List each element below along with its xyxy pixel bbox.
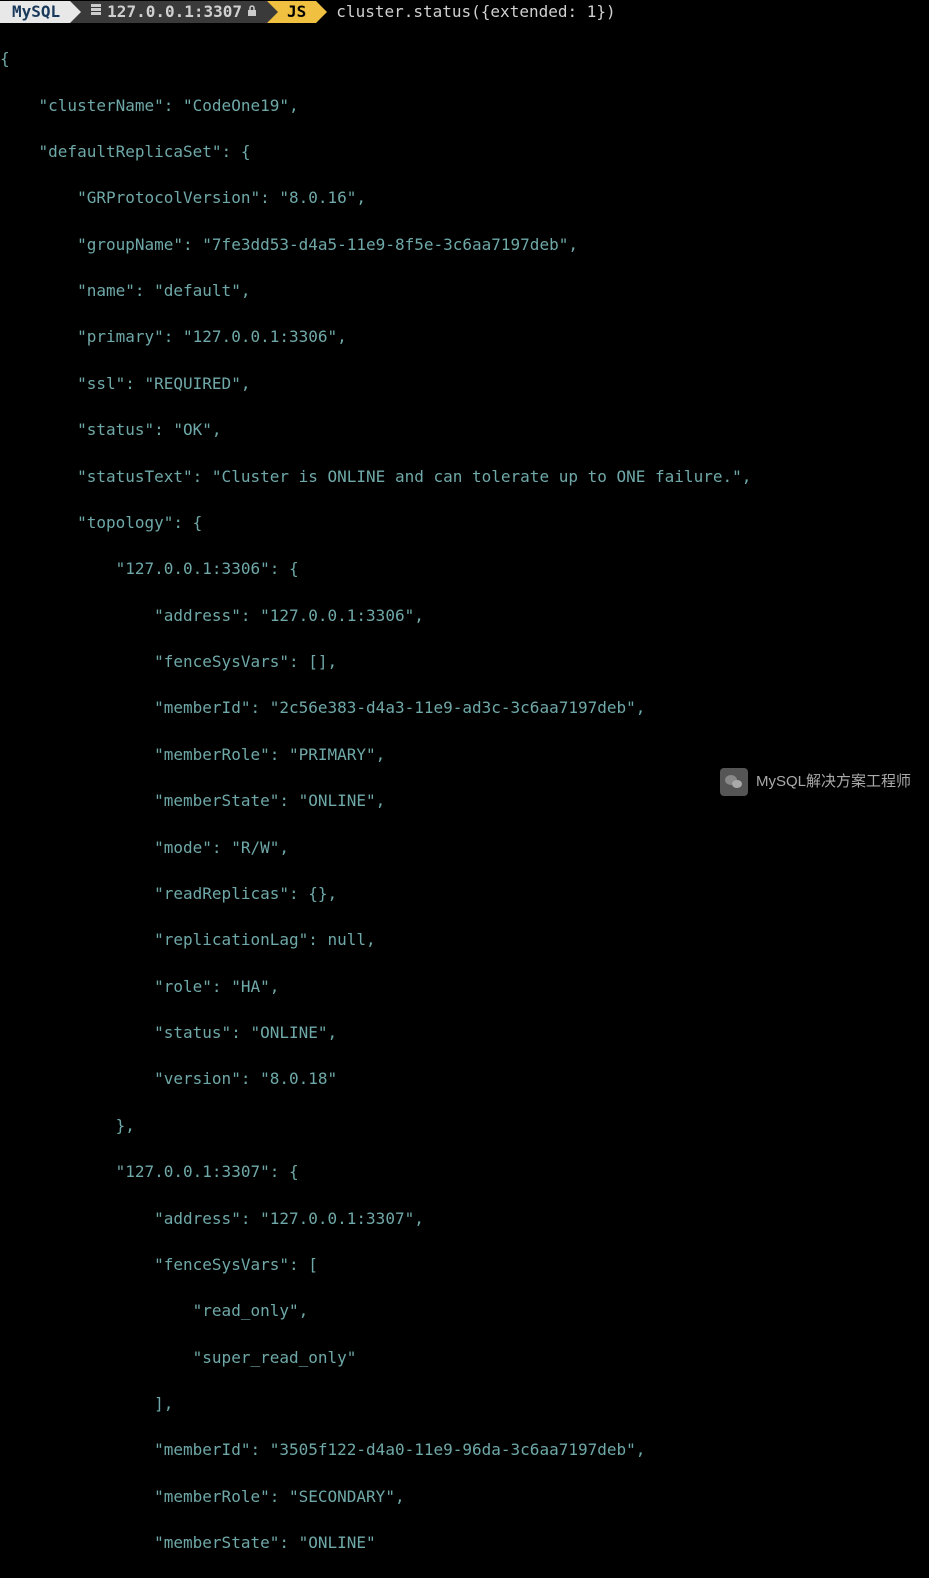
output-line: "memberState": "ONLINE" bbox=[0, 1531, 929, 1554]
watermark-text: MySQL解决方案工程师 bbox=[756, 771, 911, 793]
output-line: { bbox=[0, 47, 929, 70]
output-line: ], bbox=[0, 1392, 929, 1415]
output-line: "clusterName": "CodeOne19", bbox=[0, 94, 929, 117]
watermark: MySQL解决方案工程师 bbox=[720, 768, 911, 796]
server-icon bbox=[90, 0, 102, 23]
host-text: 127.0.0.1:3307 bbox=[107, 0, 242, 23]
output-line: "role": "HA", bbox=[0, 975, 929, 998]
output-line: "memberRole": "SECONDARY", bbox=[0, 1485, 929, 1508]
output-line: "memberRole": "PRIMARY", bbox=[0, 743, 929, 766]
output-line: "status": "OK", bbox=[0, 418, 929, 441]
mode-text: JS bbox=[287, 0, 306, 23]
output-line: "status": "ONLINE", bbox=[0, 1021, 929, 1044]
output-line: "statusText": "Cluster is ONLINE and can… bbox=[0, 465, 929, 488]
output-line: "memberId": "2c56e383-d4a3-11e9-ad3c-3c6… bbox=[0, 696, 929, 719]
output-line: "readReplicas": {}, bbox=[0, 882, 929, 905]
output-line: "127.0.0.1:3307": { bbox=[0, 1160, 929, 1183]
output-line: "fenceSysVars": [ bbox=[0, 1253, 929, 1276]
command-text: cluster.status({extended: 1}) bbox=[336, 2, 615, 21]
output-line: "address": "127.0.0.1:3307", bbox=[0, 1207, 929, 1230]
output-line: "memberId": "3505f122-d4a0-11e9-96da-3c6… bbox=[0, 1438, 929, 1461]
output-line: "fenceSysVars": [], bbox=[0, 650, 929, 673]
output-line: "GRProtocolVersion": "8.0.16", bbox=[0, 186, 929, 209]
output-line: "defaultReplicaSet": { bbox=[0, 140, 929, 163]
mysql-text: MySQL bbox=[12, 0, 60, 23]
prompt-host-segment: 127.0.0.1:3307 bbox=[70, 1, 267, 23]
output-line: "mode": "R/W", bbox=[0, 836, 929, 859]
shell-prompt[interactable]: MySQL 127.0.0.1:3307 JS cluster.status({… bbox=[0, 0, 929, 24]
output-line: "super_read_only" bbox=[0, 1346, 929, 1369]
output-line: "version": "8.0.18" bbox=[0, 1067, 929, 1090]
output-line: "primary": "127.0.0.1:3306", bbox=[0, 325, 929, 348]
output-line: "address": "127.0.0.1:3306", bbox=[0, 604, 929, 627]
lock-icon bbox=[247, 0, 257, 23]
output-line: "name": "default", bbox=[0, 279, 929, 302]
prompt-mysql-label: MySQL bbox=[0, 1, 70, 23]
output-line: "read_only", bbox=[0, 1299, 929, 1322]
json-output: { "clusterName": "CodeOne19", "defaultRe… bbox=[0, 24, 929, 1578]
output-line: "ssl": "REQUIRED", bbox=[0, 372, 929, 395]
output-line: }, bbox=[0, 1114, 929, 1137]
output-line: "groupName": "7fe3dd53-d4a5-11e9-8f5e-3c… bbox=[0, 233, 929, 256]
command-input[interactable]: cluster.status({extended: 1}) bbox=[316, 0, 615, 23]
output-line: "topology": { bbox=[0, 511, 929, 534]
output-line: "replicationLag": null, bbox=[0, 928, 929, 951]
wechat-icon bbox=[720, 768, 748, 796]
output-line: "127.0.0.1:3306": { bbox=[0, 557, 929, 580]
